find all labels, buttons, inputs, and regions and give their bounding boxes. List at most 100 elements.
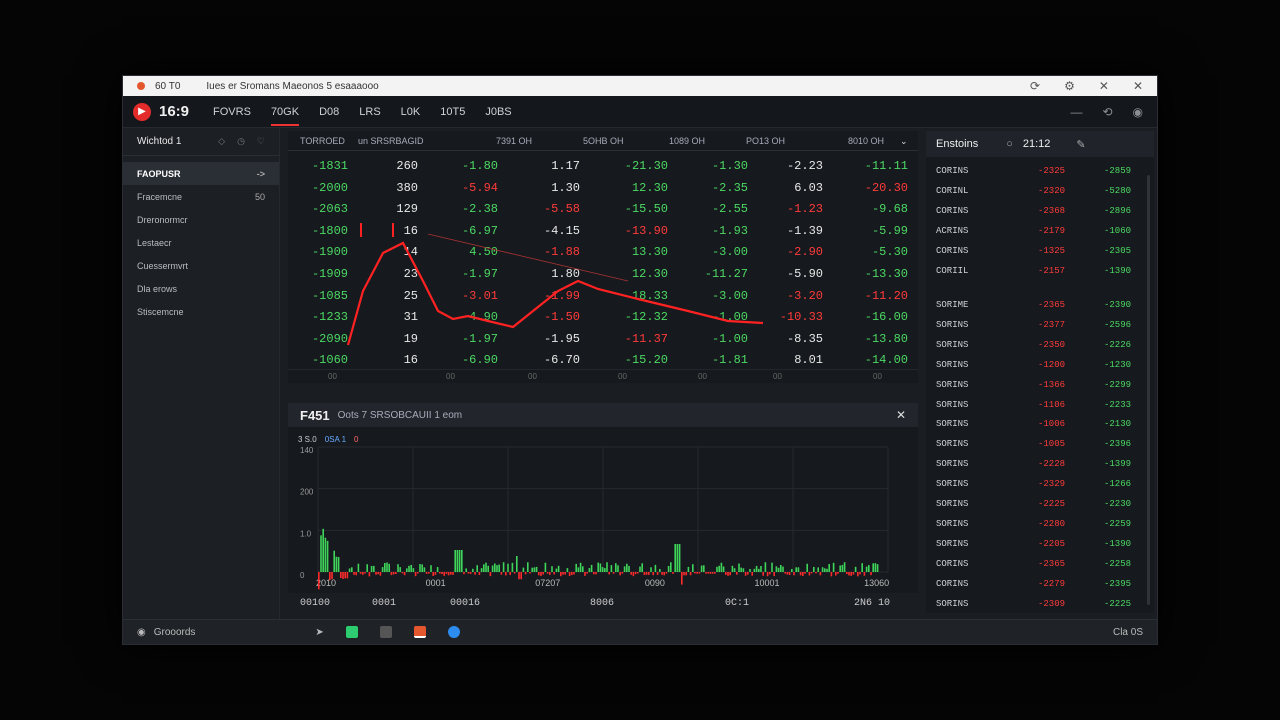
watchlist-row[interactable]: SORINS -2377 -2596	[926, 317, 1154, 336]
volume-bar-up	[410, 564, 412, 572]
volume-bar-down	[469, 572, 472, 574]
watchlist-cell: -2859	[1104, 166, 1132, 176]
sync-icon[interactable]: ⟲	[1102, 105, 1112, 119]
tab-0[interactable]: FOVRS	[213, 100, 251, 124]
volume-bar-up	[700, 565, 703, 572]
tab-5[interactable]: 10T5	[440, 100, 465, 124]
x-tick: 10001	[754, 578, 779, 588]
sidebar-item[interactable]: Dreronormcr	[123, 208, 279, 231]
volume-bar-down	[848, 572, 850, 576]
title-bar: 60 T0 Iues er Sromans Maeonos 5 esaaaooo…	[123, 76, 1157, 96]
watchlist-cell: -2280	[1038, 518, 1066, 529]
heart-icon[interactable]: ♡	[257, 136, 265, 147]
volume-bar-up	[511, 562, 514, 572]
x-tick: 0001	[372, 598, 397, 609]
volume-bar-up	[749, 568, 751, 572]
minimize-icon[interactable]: ✕	[1099, 79, 1109, 93]
volume-bar-down	[652, 572, 654, 576]
watchlist-row[interactable]: CORINS -2368 -2896	[926, 203, 1154, 222]
sidebar-item[interactable]: Fracemcne 50	[123, 185, 279, 208]
watchlist-row[interactable]: CORINS -1325 -2305	[926, 243, 1154, 262]
volume-bar-down	[445, 572, 448, 574]
settings-icon[interactable]: ⚙	[1064, 79, 1075, 93]
sidebar-item[interactable]: Cuessermvrt	[123, 254, 279, 277]
volume-bar-up	[430, 565, 432, 572]
sidebar-item-label: Stiscemcne	[137, 306, 184, 317]
menu-icon[interactable]: —	[1070, 105, 1082, 119]
volume-bar-up	[322, 528, 324, 572]
refresh-icon[interactable]: ⟳	[1030, 79, 1040, 93]
watchlist-row[interactable]: ACRINS -2179 -1060	[926, 223, 1154, 242]
volume-bar-down	[698, 572, 701, 574]
watchlist-cell: -2225	[1104, 598, 1132, 609]
app-icon-image[interactable]	[379, 626, 392, 638]
volume-bar-down	[346, 572, 349, 579]
watchlist-row[interactable]: SORINS -2329 -1266	[926, 476, 1154, 495]
volume-bar-up	[758, 568, 760, 572]
app-icon-green[interactable]	[345, 626, 358, 638]
watchlist-row[interactable]: SORINS -1366 -2299	[926, 377, 1154, 396]
watchlist-row[interactable]: SORINS -2225 -2230	[926, 496, 1154, 515]
watchlist-row[interactable]: SORINS -1200 -1230	[926, 357, 1154, 376]
chat-icon[interactable]: ◉	[137, 627, 146, 638]
clock-icon[interactable]: ◷	[237, 136, 245, 147]
tab-1[interactable]: 70GK	[270, 100, 300, 126]
edit-icon[interactable]: ✎	[1076, 138, 1085, 151]
sidebar-item-label: Lestaecr	[137, 237, 172, 248]
volume-bar-up	[516, 556, 518, 572]
volume-bar-down	[819, 572, 822, 576]
volume-bar-up	[458, 550, 461, 572]
close-icon[interactable]: ✕	[896, 408, 906, 422]
watchlist-cell: SORINS	[936, 339, 969, 350]
sidebar-item-selected[interactable]: FAOPUSR ->	[123, 162, 279, 185]
watchlist-row[interactable]: SORINS -2350 -2226	[926, 337, 1154, 356]
volume-bar-up	[333, 550, 335, 572]
close-icon[interactable]: ✕	[1133, 79, 1143, 93]
watchlist-row[interactable]: SORINS -2280 -2259	[926, 516, 1154, 535]
footer-tick: 00	[698, 372, 707, 381]
volume-bar-down	[568, 572, 571, 577]
watchlist-row[interactable]: SORINS -2205 -1390	[926, 536, 1154, 555]
tab-6[interactable]: J0BS	[485, 100, 511, 124]
volume-bar-up	[320, 535, 322, 572]
watchlist-row[interactable]: CORINS -2325 -2859	[926, 163, 1154, 182]
tab-2[interactable]: D08	[319, 100, 339, 124]
watchlist-row[interactable]: CORIIL -2157 -1390	[926, 263, 1154, 282]
volume-bar-down	[729, 572, 731, 576]
watchlist-row[interactable]: CORINS -2365 -2258	[926, 556, 1154, 575]
user-icon[interactable]: ◉	[1133, 105, 1143, 119]
watchlist-row[interactable]: SORINS -2228 -1399	[926, 456, 1154, 475]
watchlist-row[interactable]: SORINS -1006 -2130	[926, 416, 1154, 435]
volume-bar-up	[771, 562, 773, 572]
watchlist-row[interactable]: SORINS -1106 -2233	[926, 397, 1154, 416]
volume-chart: 1402001.002010 0001 07207 0090 10001 13060	[300, 446, 889, 590]
watchlist-row[interactable]: SORINS -1005 -2396	[926, 436, 1154, 455]
tab-4[interactable]: L0K	[401, 100, 421, 124]
watchlist-row[interactable]: SORIME -2365 -2390	[926, 297, 1154, 316]
watchlist-row[interactable]: SORINS -2309 -2225	[926, 596, 1154, 615]
footer-tick: 00	[528, 372, 537, 381]
sidebar-item[interactable]: Dla erows	[123, 277, 279, 300]
volume-bar-down	[837, 572, 839, 574]
volume-bar-down	[663, 572, 665, 576]
volume-bar-down	[478, 572, 481, 576]
volume-bar-up	[813, 566, 815, 572]
watchlist-row[interactable]: CORINS -2279 -2395	[926, 576, 1154, 595]
volume-bar-down	[474, 572, 476, 575]
sidebar-item[interactable]: Lestaecr	[123, 231, 279, 254]
app-icon-orange[interactable]	[413, 626, 426, 638]
volume-bar-down	[747, 572, 749, 575]
sidebar-item[interactable]: Stiscemcne	[123, 300, 279, 323]
volume-bar-up	[722, 566, 725, 572]
volume-bar-down	[773, 572, 775, 577]
scrollbar[interactable]	[1147, 175, 1150, 605]
volume-bar-up	[861, 563, 863, 572]
tab-3[interactable]: LRS	[359, 100, 380, 124]
app-icon-globe[interactable]	[447, 626, 460, 638]
sidebar-item-label: Fracemcne	[137, 191, 183, 202]
filter-icon[interactable]: ◇	[218, 136, 225, 147]
watchlist-row[interactable]: CORINL -2320 -5280	[926, 183, 1154, 202]
volume-bar-up	[421, 564, 423, 572]
pointer-icon[interactable]: ➤	[315, 627, 323, 638]
watchlist-cell: SORINS	[936, 319, 969, 330]
